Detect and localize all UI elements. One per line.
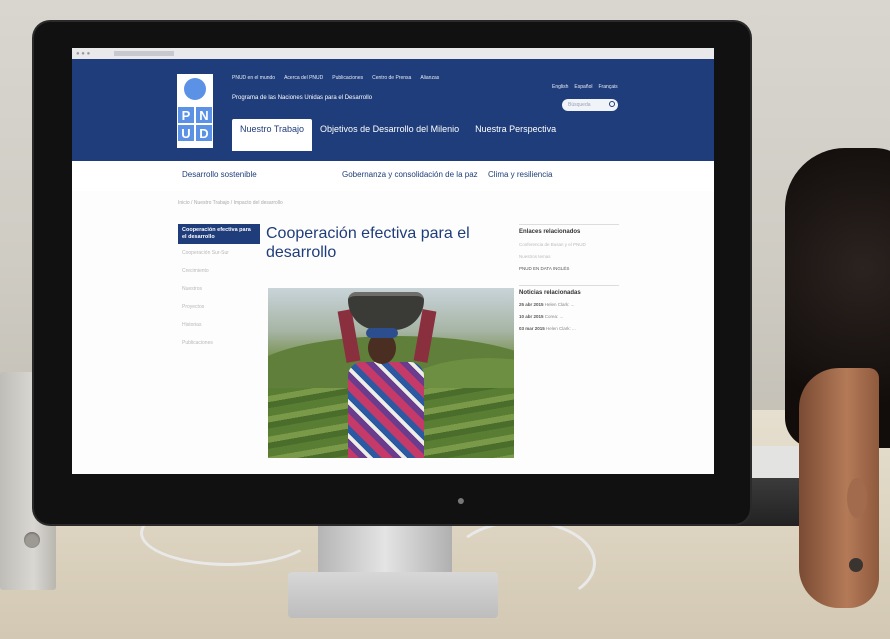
- headscarf: [366, 328, 398, 338]
- links-heading: Enlaces relacionados: [519, 224, 619, 235]
- related-column: Enlaces relacionados Conferencia de Busa…: [519, 224, 619, 332]
- subnav-item-sostenible[interactable]: Desarrollo sostenible: [182, 170, 257, 179]
- site-header: P N U D PNUD en el mundo Acerca del PNUD…: [72, 59, 714, 161]
- sidebar-item[interactable]: Crecimiento: [178, 262, 260, 280]
- tagline: Programa de las Naciones Unidas para el …: [232, 95, 373, 101]
- sidebar-item[interactable]: Nuestros: [178, 280, 260, 298]
- subnav: Desarrollo sostenible Gobernanza y conso…: [72, 161, 714, 191]
- search-placeholder: Búsqueda: [568, 102, 591, 108]
- news-date: 10 abr 2015: [519, 314, 544, 319]
- earring: [849, 558, 863, 572]
- news-text: Corea: ...: [544, 314, 564, 319]
- news-item[interactable]: 03 mar 2015 Helen Clark: ...: [519, 326, 619, 332]
- apple-logo-icon: ●: [456, 492, 466, 508]
- top-link-about[interactable]: Acerca del PNUD: [284, 75, 323, 81]
- news-text: Helen Clark: ...: [544, 302, 575, 307]
- logo-letter: U: [177, 124, 195, 142]
- logo-letter: P: [177, 106, 195, 124]
- main-tabs: Nuestro Trabajo Objetivos de Desarrollo …: [232, 119, 564, 151]
- breadcrumb[interactable]: Inicio / Nuestro Trabajo / Impacto del d…: [178, 200, 283, 206]
- top-link-world[interactable]: PNUD en el mundo: [232, 75, 275, 81]
- related-link-caps[interactable]: PNUD EN DATA INGLÉS: [519, 266, 619, 271]
- lang-spanish[interactable]: Español: [574, 84, 592, 90]
- news-date: 03 mar 2015: [519, 326, 545, 331]
- lang-english[interactable]: English: [552, 84, 568, 90]
- person-foreground: [785, 148, 890, 639]
- top-link-press[interactable]: Centro de Prensa: [372, 75, 411, 81]
- face: [799, 368, 879, 608]
- ear: [847, 478, 867, 518]
- woman-figure: [348, 362, 424, 458]
- language-links: English Español Français: [552, 84, 618, 90]
- address-bar[interactable]: [114, 51, 174, 56]
- news-heading: Noticias relacionadas: [519, 285, 619, 296]
- photo-scene: ● ● ● ● P N U D PNUD en el mundo Acerca …: [0, 0, 890, 639]
- monitor-foot: [288, 572, 498, 618]
- tab-nuestro-trabajo[interactable]: Nuestro Trabajo: [232, 119, 313, 151]
- lang-french[interactable]: Français: [598, 84, 617, 90]
- top-link-partners[interactable]: Alianzas: [420, 75, 439, 81]
- search-input[interactable]: Búsqueda: [562, 99, 618, 111]
- sidebar-item[interactable]: Cooperación Sur-Sur: [178, 244, 260, 262]
- related-link[interactable]: Nuestros temas: [519, 254, 619, 259]
- sidebar: Cooperación efectiva para el desarrollo …: [178, 224, 260, 352]
- sidebar-item[interactable]: Publicaciones: [178, 334, 260, 352]
- tab-perspectiva[interactable]: Nuestra Perspectiva: [467, 119, 564, 139]
- page-title: Cooperación efectiva para el desarrollo: [266, 225, 470, 261]
- subnav-item-clima[interactable]: Clima y resiliencia: [488, 170, 552, 179]
- window-controls-icon[interactable]: ● ● ●: [76, 51, 90, 57]
- top-links: PNUD en el mundo Acerca del PNUD Publica…: [232, 75, 439, 81]
- sidebar-item[interactable]: Historias: [178, 316, 260, 334]
- subnav-item-gobernanza[interactable]: Gobernanza y consolidación de la paz: [342, 170, 478, 179]
- search-icon[interactable]: [609, 101, 615, 107]
- basin: [348, 292, 424, 330]
- tab-objetivos[interactable]: Objetivos de Desarrollo del Milenio: [312, 119, 467, 139]
- sidebar-item[interactable]: Proyectos: [178, 298, 260, 316]
- news-date: 25 abr 2015: [519, 302, 544, 307]
- news-item[interactable]: 25 abr 2015 Helen Clark: ...: [519, 302, 619, 308]
- logo-letters: P N U D: [177, 106, 213, 142]
- logo-letter: D: [195, 124, 213, 142]
- hero-photo: [268, 288, 514, 458]
- power-button-icon: [24, 532, 40, 548]
- undp-logo[interactable]: P N U D: [176, 73, 214, 149]
- logo-letter: N: [195, 106, 213, 124]
- sidebar-item-active[interactable]: Cooperación efectiva para el desarrollo: [178, 224, 260, 244]
- un-emblem-icon: [184, 78, 206, 100]
- related-link[interactable]: Conferencia de Busan y el PNUD: [519, 242, 619, 247]
- top-link-publications[interactable]: Publicaciones: [332, 75, 363, 81]
- screen: ● ● ● P N U D PNUD en el mundo Acerca de…: [72, 48, 714, 474]
- news-item[interactable]: 10 abr 2015 Corea: ...: [519, 314, 619, 320]
- news-text: Helen Clark: ...: [546, 326, 576, 331]
